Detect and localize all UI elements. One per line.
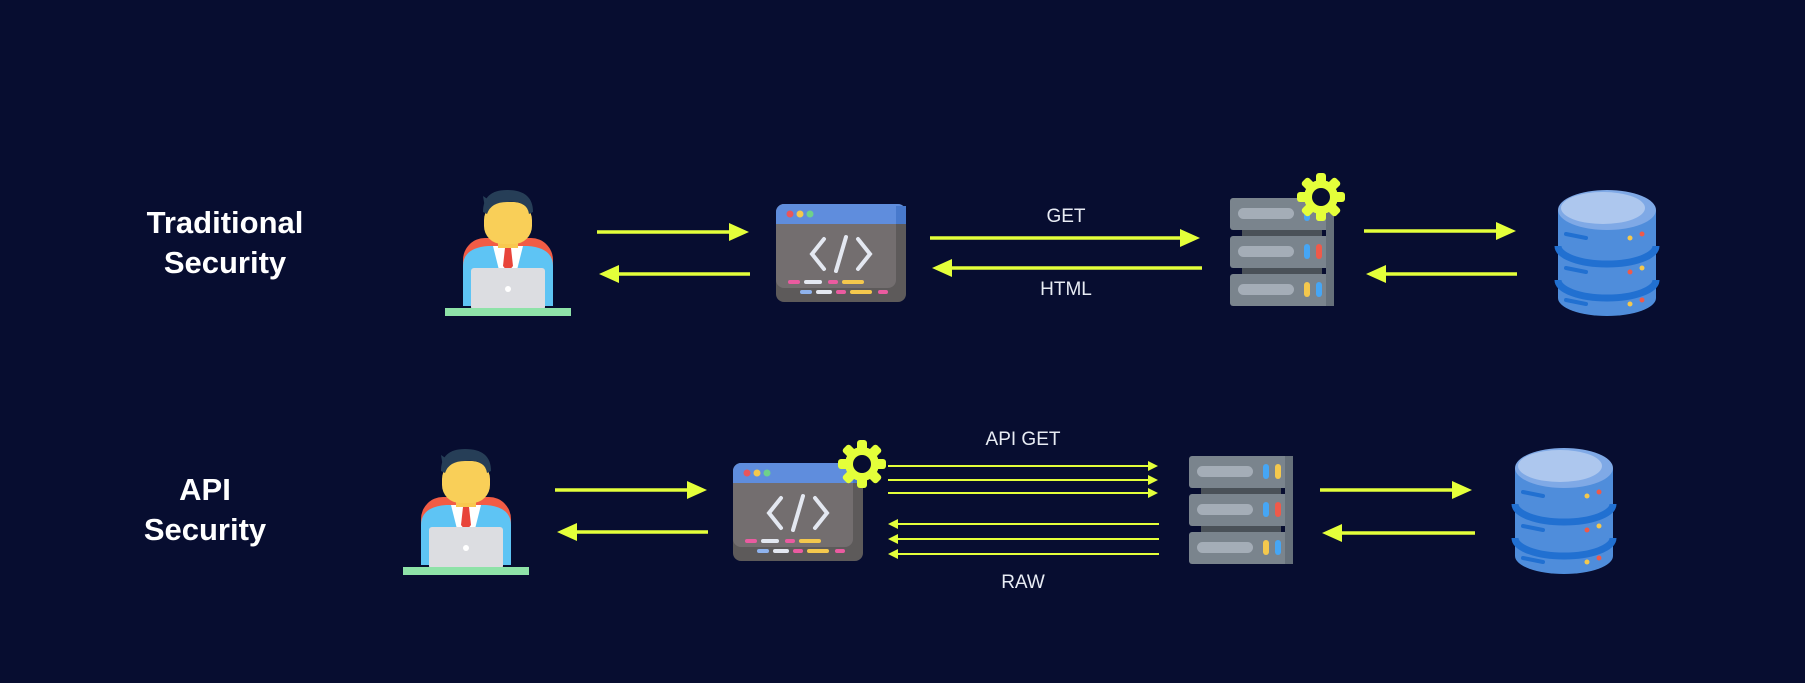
arrows-webapp-server — [930, 229, 1202, 277]
user-icon — [403, 449, 529, 575]
database-icon — [1515, 446, 1613, 576]
gear-icon — [1297, 173, 1345, 221]
response-label: RAW — [1001, 572, 1045, 593]
request-arrowhead-2 — [1148, 475, 1158, 485]
response-arrowhead-1 — [888, 519, 898, 529]
request-arrowhead-1 — [1148, 461, 1158, 471]
request-label: API GET — [985, 429, 1061, 450]
arrowhead-left — [1322, 524, 1342, 542]
arrowhead-left — [599, 265, 619, 283]
server-icon — [1189, 456, 1293, 564]
response-label: HTML — [1040, 279, 1092, 300]
arrowhead-right — [729, 223, 749, 241]
request-arrowhead-3 — [1148, 488, 1158, 498]
user-icon — [445, 190, 571, 316]
arrowhead-right — [687, 481, 707, 499]
arrowhead-right — [1452, 481, 1472, 499]
arrowhead-left — [557, 523, 577, 541]
response-arrowhead-3 — [888, 549, 898, 559]
api-security-label: API Security — [100, 470, 310, 550]
label-line-1: Traditional — [146, 205, 304, 240]
arrows-server-database — [1320, 481, 1475, 542]
request-label: GET — [1046, 206, 1086, 227]
traditional-security-label: Traditional Security — [120, 203, 330, 283]
arrowhead-left — [1366, 265, 1386, 283]
label-line-1: API — [179, 472, 231, 507]
response-arrowhead-2 — [888, 534, 898, 544]
arrows-webapp-server-multi — [888, 461, 1159, 559]
arrowhead-right — [1496, 222, 1516, 240]
label-line-2: Security — [163, 245, 287, 280]
arrows-server-database — [1364, 222, 1517, 283]
gear-icon — [838, 440, 886, 488]
label-line-2: Security — [143, 512, 267, 547]
arrows-user-webapp — [597, 223, 750, 283]
database-icon — [1558, 188, 1656, 318]
arrowhead-left — [932, 259, 952, 277]
arrows-user-webapp — [555, 481, 708, 541]
arrowhead-right — [1180, 229, 1200, 247]
web-app-icon — [774, 202, 908, 304]
